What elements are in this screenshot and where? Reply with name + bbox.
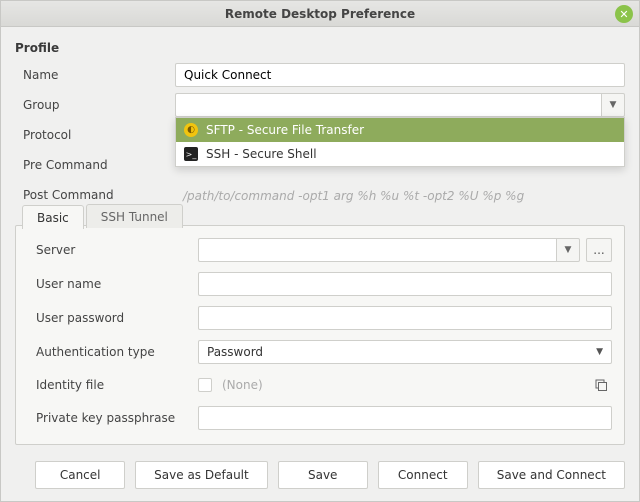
connect-button-label: Connect	[398, 468, 448, 482]
identity-file-value: (None)	[222, 378, 580, 392]
label-protocol: Protocol	[15, 128, 165, 142]
profile-heading: Profile	[15, 41, 625, 55]
chevron-down-icon: ▼	[596, 347, 603, 357]
connect-button[interactable]: Connect	[378, 461, 468, 489]
label-passphrase: Private key passphrase	[28, 411, 188, 425]
label-server: Server	[28, 243, 188, 257]
group-input[interactable]	[175, 93, 601, 117]
window-title: Remote Desktop Preference	[225, 7, 415, 21]
protocol-option-ssh[interactable]: >_ SSH - Secure Shell	[176, 142, 624, 166]
tab-basic-label: Basic	[37, 211, 69, 225]
server-dropdown-button[interactable]: ▼	[556, 238, 580, 262]
username-input[interactable]	[198, 272, 612, 296]
protocol-dropdown-panel: ◐ SFTP - Secure File Transfer >_ SSH - S…	[175, 117, 625, 167]
label-identity-file: Identity file	[28, 378, 188, 392]
protocol-option-sftp-label: SFTP - Secure File Transfer	[206, 123, 364, 137]
save-default-button[interactable]: Save as Default	[135, 461, 268, 489]
identity-file-row: (None)	[198, 374, 612, 396]
label-password: User password	[28, 311, 188, 325]
tab-ssh-tunnel-label: SSH Tunnel	[101, 210, 168, 224]
identity-file-browse-button[interactable]	[590, 374, 612, 396]
content-area: Profile Name Group ▼ ◐ SFTP - Secure Fil…	[1, 27, 639, 451]
identity-file-checkbox[interactable]	[198, 378, 212, 392]
passphrase-input[interactable]	[198, 406, 612, 430]
basic-form: Server ▼ ... User name User password Aut…	[28, 238, 612, 430]
titlebar: Remote Desktop Preference ✕	[1, 1, 639, 27]
tab-frame: Basic SSH Tunnel Server ▼ ... User name …	[15, 225, 625, 445]
label-group: Group	[15, 98, 165, 112]
save-connect-button-label: Save and Connect	[497, 468, 606, 482]
button-bar: Cancel Save as Default Save Connect Save…	[1, 451, 639, 501]
save-button-label: Save	[308, 468, 337, 482]
chevron-down-icon: ▼	[610, 100, 617, 110]
post-command-input-ghost[interactable]: /path/to/command -opt1 arg %h %u %t -opt…	[175, 183, 625, 207]
label-username: User name	[28, 277, 188, 291]
label-post-command: Post Command	[15, 188, 165, 202]
profile-form: Name Group ▼ ◐ SFTP - Secure File Transf…	[15, 63, 625, 207]
cancel-button[interactable]: Cancel	[35, 461, 125, 489]
close-icon[interactable]: ✕	[615, 5, 633, 23]
name-input[interactable]	[175, 63, 625, 87]
sftp-icon: ◐	[184, 123, 198, 137]
server-browse-button[interactable]: ...	[586, 238, 612, 262]
copy-icon	[594, 378, 608, 392]
save-default-button-label: Save as Default	[154, 468, 249, 482]
auth-type-value: Password	[207, 345, 263, 359]
chevron-down-icon: ▼	[565, 245, 572, 255]
save-button[interactable]: Save	[278, 461, 368, 489]
group-combo: ▼ ◐ SFTP - Secure File Transfer >_ SSH -…	[175, 93, 625, 117]
server-combo: ▼	[198, 238, 580, 262]
cancel-button-label: Cancel	[60, 468, 101, 482]
label-auth-type: Authentication type	[28, 345, 188, 359]
group-dropdown-button[interactable]: ▼	[601, 93, 625, 117]
protocol-option-ssh-label: SSH - Secure Shell	[206, 147, 317, 161]
password-input[interactable]	[198, 306, 612, 330]
post-command-placeholder-text: /path/to/command -opt1 arg %h %u %t -opt…	[183, 189, 524, 203]
label-name: Name	[15, 68, 165, 82]
ellipsis-icon: ...	[593, 243, 604, 257]
save-connect-button[interactable]: Save and Connect	[478, 461, 625, 489]
tab-ssh-tunnel[interactable]: SSH Tunnel	[86, 204, 183, 228]
ssh-icon: >_	[184, 147, 198, 161]
window: Remote Desktop Preference ✕ Profile Name…	[0, 0, 640, 502]
server-row: ▼ ...	[198, 238, 612, 262]
protocol-option-sftp[interactable]: ◐ SFTP - Secure File Transfer	[176, 118, 624, 142]
tabs: Basic SSH Tunnel	[22, 204, 185, 228]
auth-type-select[interactable]: Password ▼	[198, 340, 612, 364]
server-input[interactable]	[198, 238, 556, 262]
tab-basic[interactable]: Basic	[22, 205, 84, 229]
label-pre-command: Pre Command	[15, 158, 165, 172]
